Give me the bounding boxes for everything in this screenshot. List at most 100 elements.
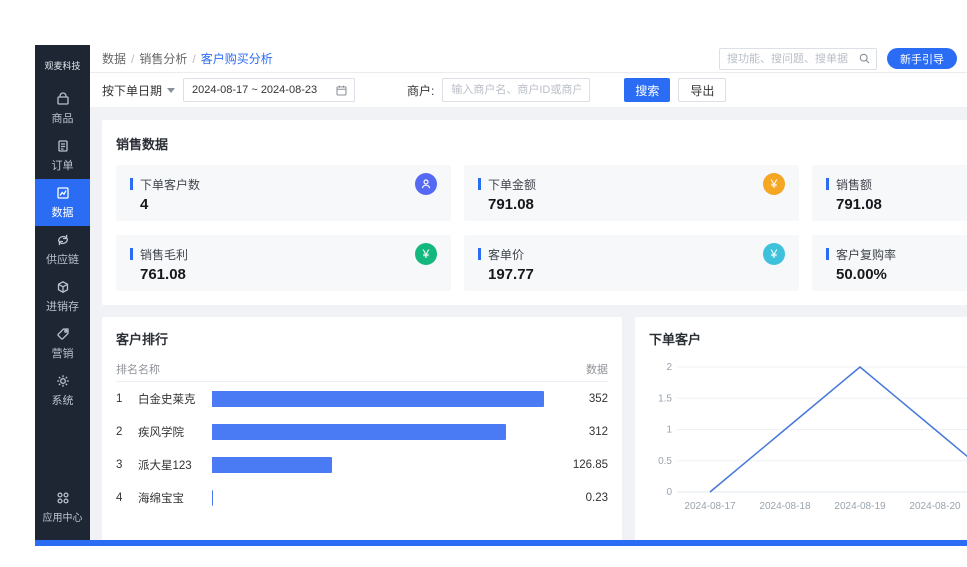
system-icon xyxy=(55,373,71,389)
sidebar-item-label: 营销 xyxy=(52,345,74,361)
merchant-label: 商户: xyxy=(407,82,434,99)
stat-label: 下单客户数 xyxy=(140,176,200,193)
rank-number: 3 xyxy=(116,459,138,471)
stat-value: 197.77 xyxy=(478,266,785,283)
beginner-guide-button[interactable]: 新手引导 xyxy=(887,48,957,69)
stat-value: 791.08 xyxy=(826,196,967,213)
stat-label: 客单价 xyxy=(488,246,524,263)
column-header-value: 数据 xyxy=(544,361,608,377)
stat-tile-avg-order-value: 客单价 ¥ 197.77 xyxy=(464,235,799,291)
stat-tile-order-amount: 下单金额 ¥ 791.08 xyxy=(464,165,799,221)
search-icon xyxy=(858,52,871,65)
stat-value: 4 xyxy=(130,196,437,213)
data-icon xyxy=(55,185,71,201)
user-icon xyxy=(415,173,437,195)
bottom-row: 客户排行 排名 名称 数据 1 白金史莱克 352 2 xyxy=(102,317,955,540)
date-type-label: 按下单日期 xyxy=(102,82,162,99)
horizontal-scrollbar[interactable] xyxy=(35,540,967,546)
sidebar-item-label: 供应链 xyxy=(46,251,79,267)
stats-grid: 下单客户数 4 下单金额 ¥ 791.08 xyxy=(116,165,967,291)
sidebar-item-label: 数据 xyxy=(52,204,74,220)
sales-card-title: 销售数据 xyxy=(116,134,967,153)
content-area: 销售数据 下单客户数 4 xyxy=(90,108,967,540)
main-area: 数据 / 销售分析 / 客户购买分析 新手引导 按下单日期 xyxy=(90,45,967,540)
stat-tile-gross-profit: 销售毛利 ¥ 761.08 xyxy=(116,235,451,291)
app-logo: 观麦科技 xyxy=(35,45,90,85)
yen-icon: ¥ xyxy=(763,243,785,265)
breadcrumb-separator: / xyxy=(192,52,195,66)
date-range-picker[interactable] xyxy=(183,78,355,102)
rank-number: 2 xyxy=(116,426,138,438)
rank-number: 4 xyxy=(116,492,138,504)
chart-card-title: 下单客户 xyxy=(649,329,967,348)
breadcrumb-current: 客户购买分析 xyxy=(201,50,273,67)
stat-label: 下单金额 xyxy=(488,176,536,193)
sidebar-item-supply-chain[interactable]: 供应链 xyxy=(35,226,90,273)
column-header-name: 名称 xyxy=(138,361,212,377)
ranking-bar xyxy=(212,457,332,473)
sidebar-item-orders[interactable]: 订单 xyxy=(35,132,90,179)
filter-bar: 按下单日期 商户: 搜索 导出 xyxy=(90,73,967,108)
merchant-search-input[interactable] xyxy=(442,78,590,102)
breadcrumb-separator: / xyxy=(131,52,134,66)
ranking-bar xyxy=(212,391,544,407)
sidebar-item-label: 应用中心 xyxy=(43,509,83,524)
svg-text:0.5: 0.5 xyxy=(658,456,672,467)
svg-text:0: 0 xyxy=(666,487,672,498)
export-button[interactable]: 导出 xyxy=(678,78,726,102)
breadcrumb-item[interactable]: 数据 xyxy=(102,50,126,67)
sidebar-item-label: 商品 xyxy=(52,110,74,126)
date-type-dropdown[interactable]: 按下单日期 xyxy=(102,82,175,99)
svg-text:2024-08-19: 2024-08-19 xyxy=(834,501,886,512)
stat-label: 销售毛利 xyxy=(140,246,188,263)
ranking-value: 0.23 xyxy=(544,492,608,504)
ranking-bar xyxy=(212,490,213,506)
ranking-bar xyxy=(212,424,506,440)
date-range-input[interactable] xyxy=(192,84,329,96)
sidebar: 观麦科技 商品 订单 数据 供应链 进销存 营销 系统 xyxy=(35,45,90,540)
global-search-box[interactable] xyxy=(719,48,877,70)
customer-name: 海绵宝宝 xyxy=(138,490,212,506)
stat-value: 791.08 xyxy=(478,196,785,213)
sidebar-item-app-center[interactable]: 应用中心 xyxy=(35,483,90,530)
sidebar-item-inventory[interactable]: 进销存 xyxy=(35,273,90,320)
accent-bar xyxy=(826,248,829,260)
accent-bar xyxy=(130,248,133,260)
sidebar-item-label: 系统 xyxy=(52,392,74,408)
ranking-row: 3 派大星123 126.85 xyxy=(116,448,608,481)
column-header-rank: 排名 xyxy=(116,361,138,377)
customer-name: 派大星123 xyxy=(138,457,212,473)
sidebar-item-system[interactable]: 系统 xyxy=(35,367,90,414)
svg-text:2: 2 xyxy=(666,362,672,373)
breadcrumb-item[interactable]: 销售分析 xyxy=(139,50,187,67)
sidebar-item-label: 进销存 xyxy=(46,298,79,314)
global-search-input[interactable] xyxy=(727,53,858,65)
svg-text:1.5: 1.5 xyxy=(658,393,672,404)
svg-text:2024-08-17: 2024-08-17 xyxy=(684,501,736,512)
sidebar-item-goods[interactable]: 商品 xyxy=(35,85,90,132)
ranking-table-header: 排名 名称 数据 xyxy=(116,356,608,382)
svg-text:2024-08-18: 2024-08-18 xyxy=(759,501,811,512)
rank-number: 1 xyxy=(116,393,138,405)
yen-icon: ¥ xyxy=(415,243,437,265)
stat-tile-customer-count: 下单客户数 4 xyxy=(116,165,451,221)
ranking-value: 312 xyxy=(544,426,608,438)
ranking-value: 352 xyxy=(544,393,608,405)
ranking-card-title: 客户排行 xyxy=(116,329,608,348)
search-button[interactable]: 搜索 xyxy=(624,78,670,102)
svg-text:1: 1 xyxy=(666,425,672,436)
yen-icon: ¥ xyxy=(763,173,785,195)
marketing-icon xyxy=(55,326,71,342)
accent-bar xyxy=(826,178,829,190)
app-center-icon xyxy=(55,490,71,506)
customer-ranking-card: 客户排行 排名 名称 数据 1 白金史莱克 352 2 xyxy=(102,317,622,540)
sidebar-item-marketing[interactable]: 营销 xyxy=(35,320,90,367)
ranking-row: 2 疾风学院 312 xyxy=(116,415,608,448)
stat-value: 50.00% xyxy=(826,266,967,283)
sidebar-item-data[interactable]: 数据 xyxy=(35,179,90,226)
accent-bar xyxy=(478,178,481,190)
calendar-icon xyxy=(335,84,348,97)
stat-tile-sales-amount: 销售额 791.08 xyxy=(812,165,967,221)
accent-bar xyxy=(130,178,133,190)
order-customers-card: 下单客户 2 1.5 1 0.5 0 2024-08-17 2024-08-18 2024-0… xyxy=(635,317,967,540)
